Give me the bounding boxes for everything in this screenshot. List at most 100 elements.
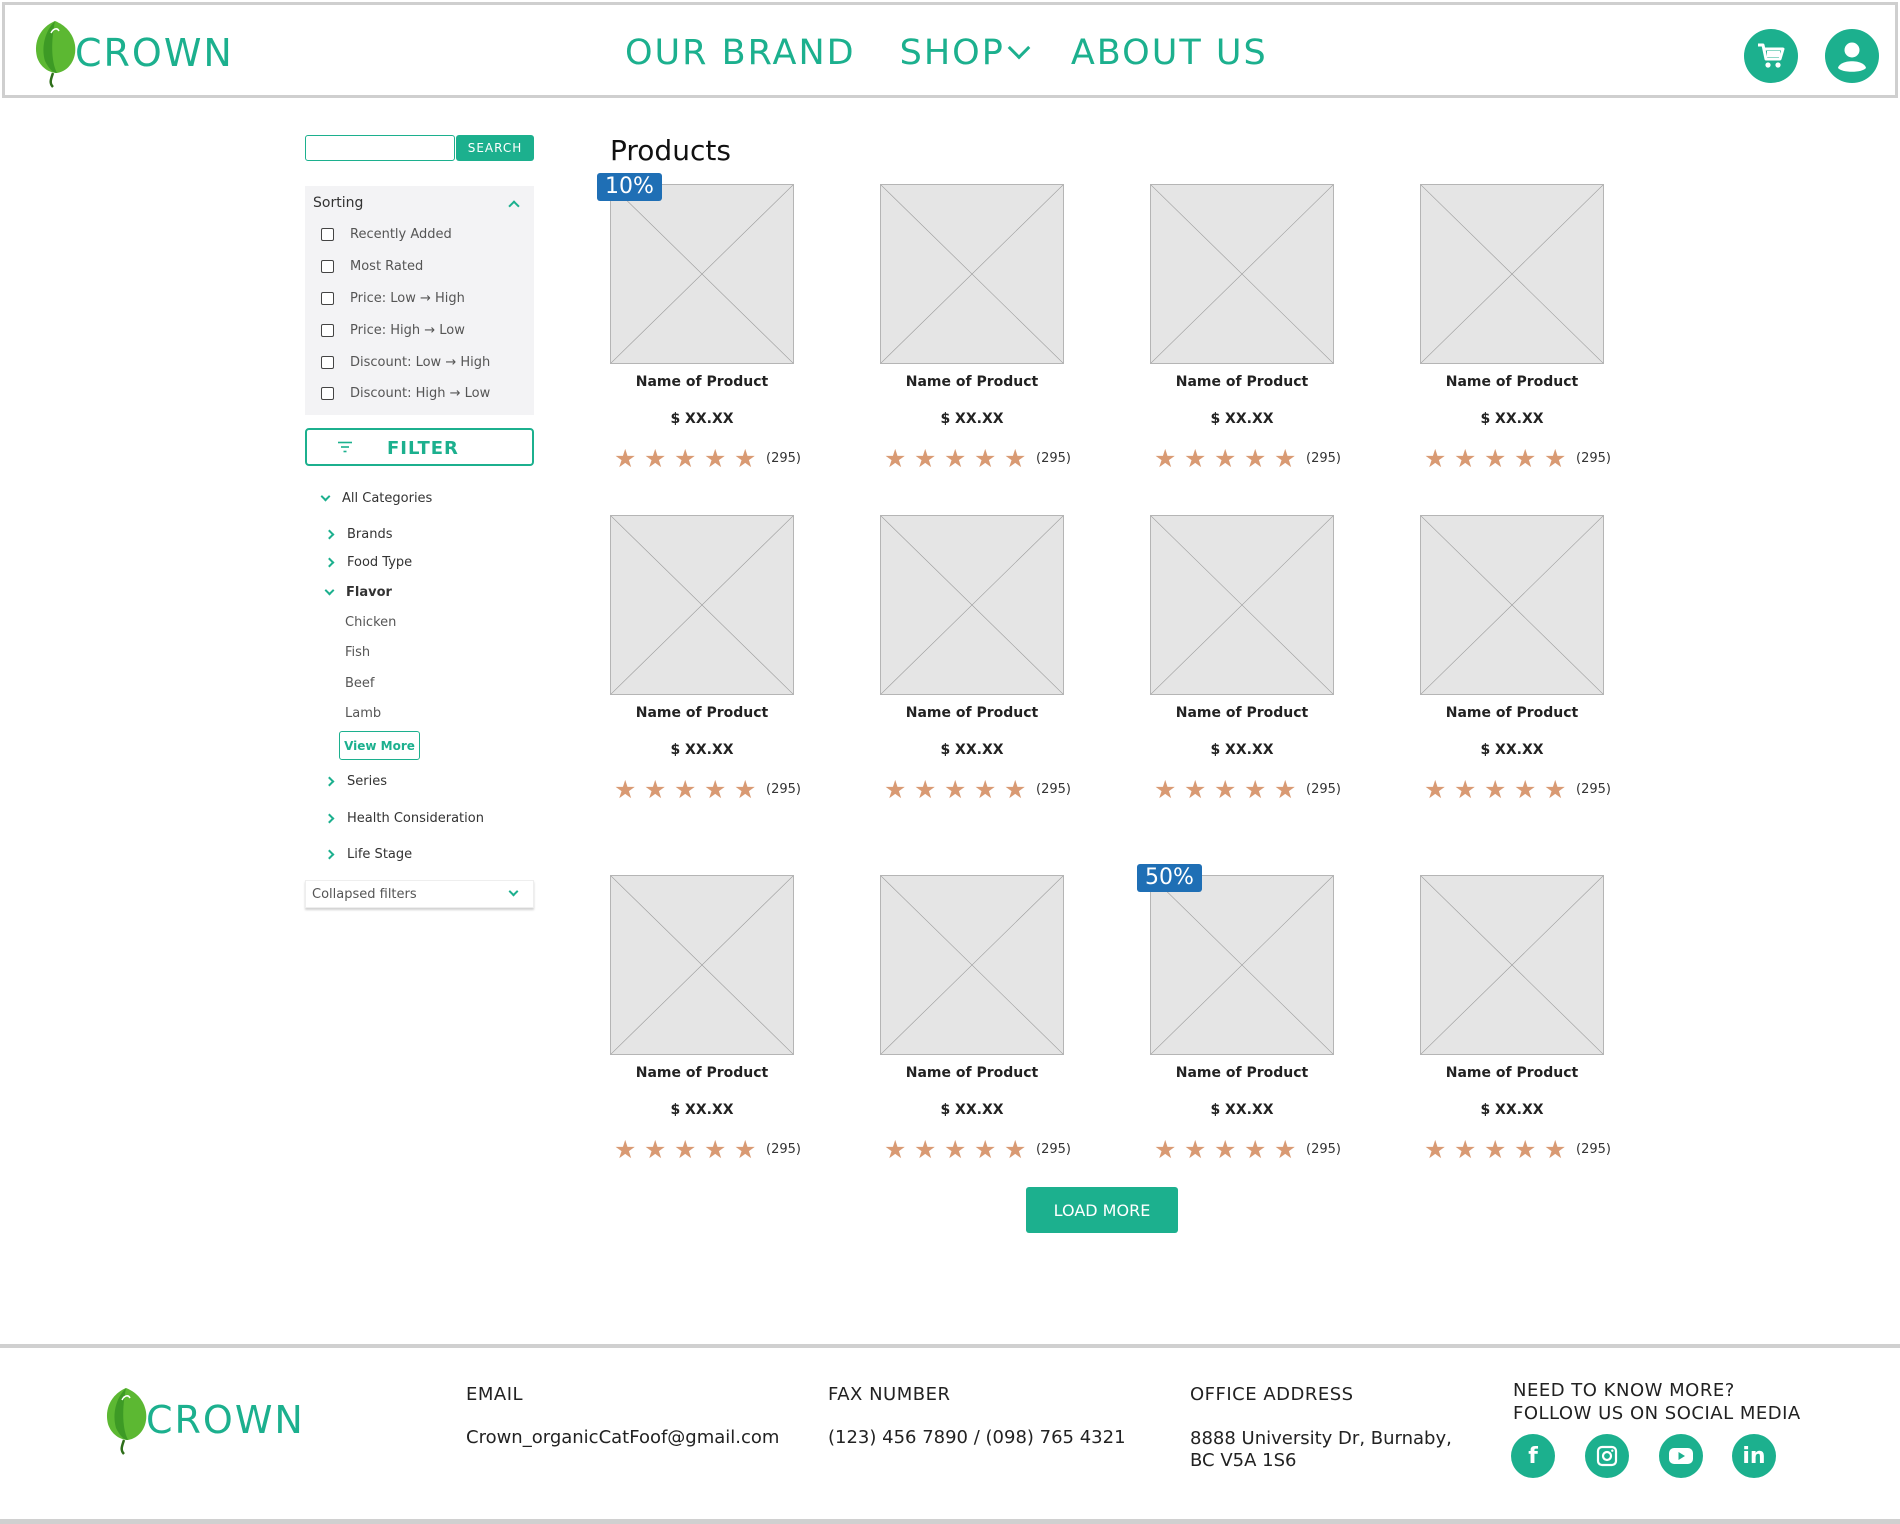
- product-card[interactable]: Name of Product $ XX.XX ★ ★ ★ ★ ★ (295): [880, 184, 1080, 484]
- category-food-type[interactable]: Food Type: [324, 555, 413, 570]
- checkbox[interactable]: [321, 387, 334, 400]
- category-label: All Categories: [342, 491, 433, 506]
- collapsed-filters-dropdown[interactable]: Collapsed filters: [305, 880, 534, 908]
- product-name[interactable]: Name of Product: [880, 374, 1064, 390]
- product-image-placeholder[interactable]: [880, 875, 1064, 1055]
- checkbox[interactable]: [321, 356, 334, 369]
- sort-option-discount-high-low[interactable]: Discount: High → Low: [321, 386, 490, 401]
- star-icon: ★: [734, 775, 757, 804]
- chevron-up-icon[interactable]: [508, 200, 520, 212]
- product-card[interactable]: Name of Product $ XX.XX ★ ★ ★ ★ ★ (295): [1150, 875, 1350, 1175]
- star-icon: ★: [974, 1135, 997, 1164]
- product-card[interactable]: Name of Product $ XX.XX ★ ★ ★ ★ ★ (295): [880, 875, 1080, 1175]
- product-name[interactable]: Name of Product: [880, 705, 1064, 721]
- category-brands[interactable]: Brands: [324, 527, 393, 542]
- category-series[interactable]: Series: [324, 774, 387, 789]
- product-name[interactable]: Name of Product: [880, 1065, 1064, 1081]
- product-price: $ XX.XX: [940, 411, 1004, 427]
- product-card[interactable]: Name of Product $ XX.XX ★ ★ ★ ★ ★ (295): [1420, 875, 1620, 1175]
- product-price: $ XX.XX: [1210, 411, 1274, 427]
- sort-option-label: Discount: Low → High: [350, 355, 491, 370]
- nav-about-us[interactable]: ABOUT US: [1071, 33, 1268, 73]
- product-name[interactable]: Name of Product: [1150, 374, 1334, 390]
- checkbox[interactable]: [321, 292, 334, 305]
- chevron-right-icon: [324, 776, 335, 787]
- brand-name: CROWN: [146, 1398, 305, 1442]
- checkbox[interactable]: [321, 324, 334, 337]
- checkbox[interactable]: [321, 260, 334, 273]
- sort-option-most-rated[interactable]: Most Rated: [321, 259, 423, 274]
- flavor-fish[interactable]: Fish: [345, 645, 370, 660]
- sort-option-price-low-high[interactable]: Price: Low → High: [321, 291, 465, 306]
- sorting-title[interactable]: Sorting: [313, 195, 363, 211]
- load-more-button[interactable]: LOAD MORE: [1026, 1187, 1178, 1233]
- star-icon: ★: [1484, 775, 1507, 804]
- email-heading: EMAIL: [466, 1384, 524, 1405]
- search-input[interactable]: [305, 135, 455, 161]
- category-life-stage[interactable]: Life Stage: [324, 847, 412, 862]
- nav-our-brand[interactable]: OUR BRAND: [625, 33, 856, 73]
- product-name[interactable]: Name of Product: [610, 1065, 794, 1081]
- product-card[interactable]: Name of Product $ XX.XX ★ ★ ★ ★ ★ (295): [880, 515, 1080, 815]
- product-name[interactable]: Name of Product: [610, 374, 794, 390]
- flavor-chicken[interactable]: Chicken: [345, 615, 396, 630]
- email-value[interactable]: Crown_organicCatFoof@gmail.com: [466, 1427, 779, 1449]
- product-card[interactable]: Name of Product $ XX.XX ★ ★ ★ ★ ★ (295): [610, 515, 810, 815]
- star-icon: ★: [704, 775, 727, 804]
- product-name[interactable]: Name of Product: [1420, 1065, 1604, 1081]
- sort-option-recently-added[interactable]: Recently Added: [321, 227, 452, 242]
- product-name[interactable]: Name of Product: [1420, 705, 1604, 721]
- checkbox[interactable]: [321, 228, 334, 241]
- cart-button[interactable]: [1744, 29, 1798, 83]
- category-all[interactable]: All Categories: [320, 491, 433, 506]
- youtube-button[interactable]: [1659, 1434, 1703, 1478]
- star-icon: ★: [1154, 1135, 1177, 1164]
- product-image-placeholder[interactable]: [610, 184, 794, 364]
- facebook-button[interactable]: f: [1511, 1434, 1555, 1478]
- star-icon: ★: [1184, 775, 1207, 804]
- search-button[interactable]: SEARCH: [456, 135, 534, 161]
- product-name[interactable]: Name of Product: [610, 705, 794, 721]
- linkedin-button[interactable]: in: [1732, 1434, 1776, 1478]
- flavor-lamb[interactable]: Lamb: [345, 706, 381, 721]
- rating-stars: ★ ★ ★ ★ ★ (295): [1424, 446, 1611, 471]
- brand-logo[interactable]: CROWN: [31, 17, 234, 89]
- product-image-placeholder[interactable]: [1420, 875, 1604, 1055]
- product-image-placeholder[interactable]: [880, 515, 1064, 695]
- review-count: (295): [1306, 451, 1341, 466]
- product-card[interactable]: Name of Product $ XX.XX ★ ★ ★ ★ ★ (295): [610, 875, 810, 1175]
- product-image-placeholder[interactable]: [1150, 875, 1334, 1055]
- product-image-placeholder[interactable]: [880, 184, 1064, 364]
- product-image-placeholder[interactable]: [610, 875, 794, 1055]
- nav-shop[interactable]: SHOP: [900, 33, 1031, 73]
- view-more-button[interactable]: View More: [339, 731, 420, 760]
- product-card[interactable]: Name of Product $ XX.XX ★ ★ ★ ★ ★ (295): [1420, 515, 1620, 815]
- product-image-placeholder[interactable]: [1420, 515, 1604, 695]
- category-label: Food Type: [347, 555, 413, 570]
- chevron-down-icon: [324, 585, 335, 596]
- category-flavor[interactable]: Flavor: [324, 585, 392, 600]
- instagram-button[interactable]: [1585, 1434, 1629, 1478]
- sort-option-discount-low-high[interactable]: Discount: Low → High: [321, 355, 490, 370]
- product-image-placeholder[interactable]: [1150, 184, 1334, 364]
- product-name[interactable]: Name of Product: [1150, 1065, 1334, 1081]
- social-heading-line2: FOLLOW US ON SOCIAL MEDIA: [1513, 1403, 1801, 1424]
- star-icon: ★: [704, 444, 727, 473]
- category-label: Flavor: [346, 585, 392, 600]
- product-name[interactable]: Name of Product: [1420, 374, 1604, 390]
- product-image-placeholder[interactable]: [1420, 184, 1604, 364]
- footer-logo[interactable]: CROWN: [102, 1384, 305, 1456]
- category-health-consideration[interactable]: Health Consideration: [324, 811, 484, 826]
- account-button[interactable]: [1825, 29, 1879, 83]
- sort-option-price-high-low[interactable]: Price: High → Low: [321, 323, 465, 338]
- product-card[interactable]: Name of Product $ XX.XX ★ ★ ★ ★ ★ (295): [1420, 184, 1620, 484]
- flavor-beef[interactable]: Beef: [345, 676, 375, 691]
- product-card[interactable]: Name of Product $ XX.XX ★ ★ ★ ★ ★ (295): [610, 184, 810, 484]
- product-card[interactable]: Name of Product $ XX.XX ★ ★ ★ ★ ★ (295): [1150, 515, 1350, 815]
- office-address-line1: 8888 University Dr, Burnaby,: [1190, 1428, 1452, 1449]
- filter-button[interactable]: FILTER: [305, 428, 534, 466]
- product-card[interactable]: Name of Product $ XX.XX ★ ★ ★ ★ ★ (295): [1150, 184, 1350, 484]
- product-name[interactable]: Name of Product: [1150, 705, 1334, 721]
- product-image-placeholder[interactable]: [610, 515, 794, 695]
- product-image-placeholder[interactable]: [1150, 515, 1334, 695]
